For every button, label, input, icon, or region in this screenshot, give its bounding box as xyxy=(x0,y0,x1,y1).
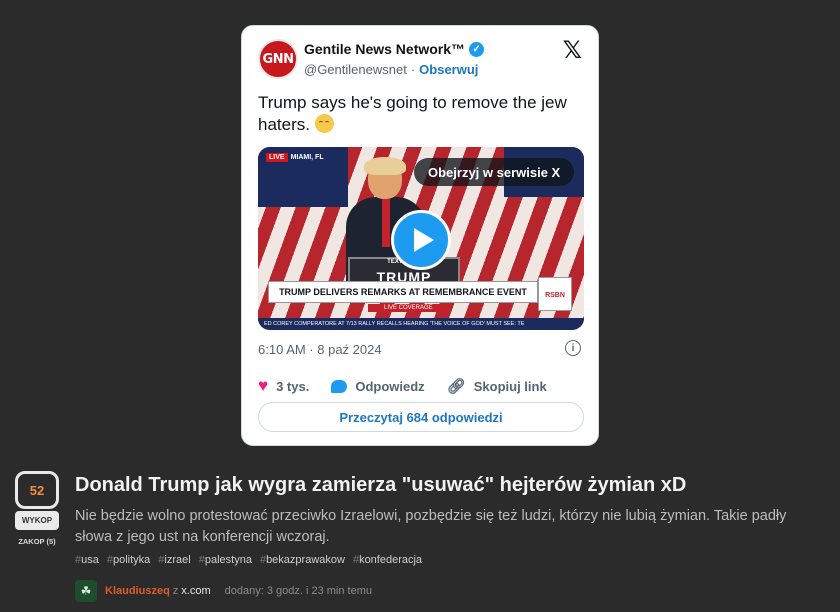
x-logo-icon[interactable]: 𝕏 xyxy=(563,36,582,64)
live-badge: LIVE MIAMI, FL xyxy=(266,153,324,162)
tag-list: #usa #polityka #izrael #palestyna #bekaz… xyxy=(75,554,422,566)
entry-title[interactable]: Donald Trump jak wygra zamierza "usuwać"… xyxy=(75,474,686,497)
live-label: LIVE xyxy=(266,153,288,162)
entry-meta: ☘ Klaudiuszeq z x.com dodany: 3 godz. i … xyxy=(75,579,372,603)
author-name-row: Gentile News Network™ ✓ xyxy=(304,41,485,57)
live-location: MIAMI, FL xyxy=(290,154,324,161)
zakop-button[interactable]: ZAKOP (5) xyxy=(15,537,59,546)
entry-description: Nie będzie wolno protestować przeciwko I… xyxy=(75,508,787,545)
copy-link-button[interactable]: 🔗︎ Skopiuj link xyxy=(447,377,547,395)
author-name[interactable]: Gentile News Network™ xyxy=(304,41,465,57)
follow-link[interactable]: Obserwuj xyxy=(419,62,478,77)
added-time: dodany: 3 godz. i 23 min temu xyxy=(224,585,373,597)
tag-link[interactable]: #konfederacja xyxy=(353,554,422,566)
tweet-text-content: Trump says he's going to remove the jew … xyxy=(258,93,567,134)
vote-count: 52 xyxy=(15,471,59,509)
tag-link[interactable]: #usa xyxy=(75,554,99,566)
reply-button[interactable]: Odpowiedz xyxy=(331,378,425,394)
tag-link[interactable]: #palestyna xyxy=(199,554,252,566)
tweet-actions: ♥ 3 tys. Odpowiedz 🔗︎ Skopiuj link xyxy=(258,376,588,396)
heart-icon: ♥ xyxy=(258,376,269,395)
handle-separator: · xyxy=(410,62,416,77)
info-icon[interactable]: i xyxy=(565,340,581,356)
reply-label: Odpowiedz xyxy=(355,378,425,394)
news-banner: TRUMP DELIVERS REMARKS AT REMEMBRANCE EV… xyxy=(268,281,538,303)
tweet-timestamp[interactable]: 6:10 AM · 8 paź 2024 xyxy=(258,342,382,357)
like-button[interactable]: ♥ 3 tys. xyxy=(258,376,309,396)
news-ticker: ED COREY COMPERATORE AT 7/13 RALLY RECAL… xyxy=(258,318,584,330)
tweet-text: Trump says he's going to remove the jew … xyxy=(258,92,588,136)
play-icon[interactable] xyxy=(391,210,451,270)
user-avatar[interactable]: ☘ xyxy=(75,580,97,602)
live-coverage-label: LIVE COVERAGE xyxy=(368,304,449,312)
copy-link-label: Skopiuj link xyxy=(473,378,547,394)
tag-link[interactable]: #polityka xyxy=(107,554,150,566)
avatar-logo-text: GNN xyxy=(262,51,294,67)
tweet-video[interactable]: TEXT 88022 TRUMP LIVE MIAMI, FL TRUMP DE… xyxy=(258,147,584,330)
like-count: 3 tys. xyxy=(276,378,310,394)
relieved-face-emoji-icon xyxy=(314,114,334,133)
tweet-card[interactable]: GNN Gentile News Network™ ✓ @Gentilenews… xyxy=(241,25,599,446)
view-on-x-button[interactable]: Obejrzyj w serwisie X xyxy=(414,158,575,186)
wykop-button[interactable]: WYKOP xyxy=(15,511,59,530)
read-replies-button[interactable]: Przeczytaj 684 odpowiedzi xyxy=(258,402,584,432)
verified-badge-icon: ✓ xyxy=(469,41,485,57)
from-word: z xyxy=(172,585,179,597)
author-username[interactable]: Klaudiuszeq xyxy=(105,585,170,597)
rsbn-logo: RSBN xyxy=(538,277,572,311)
author-handle[interactable]: @Gentilenewsnet xyxy=(304,62,407,77)
handle-row: @Gentilenewsnet · Obserwuj xyxy=(304,62,478,77)
tag-link[interactable]: #bekazprawakow xyxy=(260,554,345,566)
reply-bubble-icon xyxy=(331,379,348,393)
source-domain[interactable]: x.com xyxy=(181,585,210,597)
tag-link[interactable]: #izrael xyxy=(158,554,190,566)
author-avatar[interactable]: GNN xyxy=(258,39,298,79)
link-icon: 🔗︎ xyxy=(446,378,466,395)
